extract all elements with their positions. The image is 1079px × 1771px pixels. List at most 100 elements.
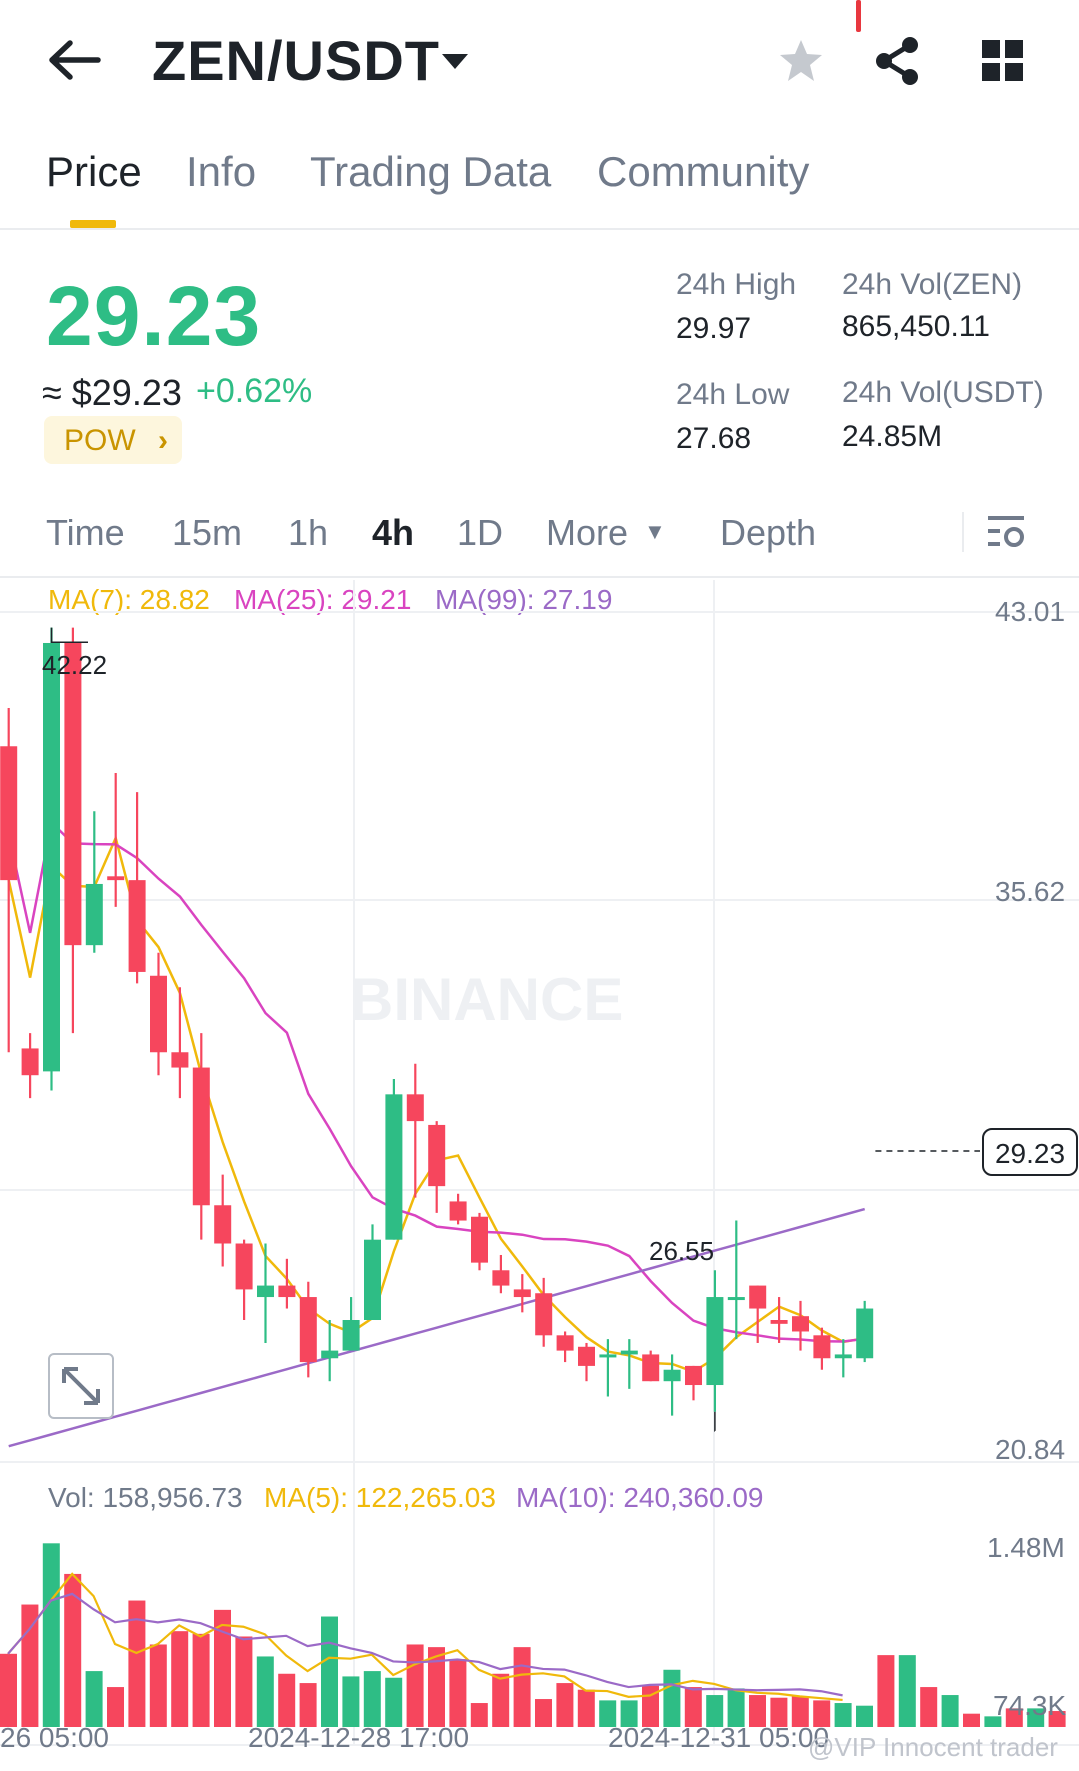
volume-bar — [492, 1673, 510, 1727]
candle-body — [128, 880, 146, 972]
tf-more-label: More — [546, 512, 629, 553]
volume-bar — [64, 1573, 82, 1727]
vol-ma10-legend: MA(10): 240,360.09 — [516, 1482, 764, 1513]
share-icon[interactable] — [874, 36, 920, 91]
candle-body — [813, 1335, 831, 1359]
vol-axis-top: 1.48M — [987, 1532, 1065, 1563]
tab-info-label: Info — [186, 148, 257, 195]
expand-button[interactable] — [48, 1353, 114, 1419]
volume-bar — [171, 1631, 189, 1727]
candle-body — [834, 1354, 852, 1359]
volume-bar — [877, 1655, 895, 1727]
candle-body — [492, 1270, 510, 1286]
volume-bar — [256, 1656, 274, 1727]
vol-axis-low: 74.3K — [993, 1690, 1067, 1721]
volume-bar — [321, 1616, 338, 1727]
divider — [962, 512, 964, 552]
vol-base-label: 24h Vol(ZEN) — [842, 268, 1023, 301]
candle-body — [64, 642, 82, 946]
date-label: 26 05:00 — [0, 1722, 109, 1753]
candle-body — [406, 1094, 424, 1122]
pow-tag-label: POW — [64, 424, 136, 457]
candle-body — [513, 1289, 531, 1298]
candle-body — [214, 1205, 232, 1244]
tab-price[interactable]: Price — [46, 148, 142, 196]
date-label: 2024-12-31 05:00 — [608, 1722, 830, 1753]
volume-bar — [406, 1644, 424, 1727]
tf-time[interactable]: Time — [46, 512, 125, 554]
volume-bar — [920, 1687, 938, 1727]
volume-bar — [470, 1703, 488, 1727]
candle-body — [706, 1297, 724, 1386]
candle-body — [171, 1052, 189, 1068]
volume-bar — [535, 1699, 552, 1727]
tab-price-label: Price — [46, 148, 142, 195]
volume-bar — [898, 1655, 916, 1727]
tf-15m[interactable]: 15m — [172, 512, 242, 554]
volume-bar — [342, 1676, 360, 1727]
fiat-price: ≈ $29.23 — [42, 372, 182, 413]
candle-body — [342, 1320, 360, 1351]
candle-body — [385, 1094, 403, 1240]
volume-bar — [149, 1644, 167, 1727]
back-button[interactable] — [48, 38, 102, 82]
volume-bar — [834, 1703, 852, 1727]
candle-body — [43, 642, 60, 1072]
candle-body — [299, 1297, 317, 1363]
volume-bar — [513, 1647, 531, 1727]
price-change: +0.62% — [196, 372, 313, 410]
volume-bar — [363, 1671, 381, 1727]
candle-body — [535, 1293, 553, 1336]
volume-bar — [21, 1604, 39, 1727]
watermark: @VIP Innocent trader — [808, 1732, 1058, 1762]
volume-bar — [556, 1683, 574, 1727]
chevron-down-icon[interactable] — [440, 52, 470, 77]
volume-bar — [0, 1653, 17, 1727]
pair-selector[interactable]: ZEN/USDT — [152, 28, 440, 93]
tf-4h[interactable]: 4h — [372, 512, 414, 554]
star-icon[interactable] — [778, 38, 824, 89]
candle-body — [107, 876, 125, 881]
caret-down-icon: ▼ — [644, 519, 666, 544]
tf-more[interactable]: More ▼ — [546, 512, 666, 554]
volume-bar — [941, 1695, 959, 1727]
tf-1d[interactable]: 1D — [457, 512, 503, 554]
volume-bar — [107, 1687, 124, 1727]
tab-info[interactable]: Info — [186, 148, 256, 196]
volume-bar — [385, 1677, 403, 1727]
tf-depth[interactable]: Depth — [720, 512, 816, 554]
grid-icon[interactable] — [982, 40, 1024, 87]
tab-community[interactable]: Community — [597, 148, 809, 196]
candlestick-chart[interactable]: BINANCE — [0, 576, 1079, 1751]
vol-legend: Vol: 158,956.73 — [48, 1482, 243, 1513]
volume-bar — [963, 1713, 980, 1727]
axis-label-mid: 35.62 — [995, 876, 1066, 907]
candle-body — [235, 1243, 253, 1290]
divider — [0, 228, 1079, 230]
candle-body — [257, 1285, 274, 1298]
high-marker-line — [50, 627, 88, 643]
low-marker: 26.55 — [649, 1236, 715, 1266]
tab-trading-data[interactable]: Trading Data — [310, 148, 551, 196]
low-value: 27.68 — [676, 422, 752, 455]
current-price-tag: 29.23 — [982, 1128, 1078, 1176]
volume-bar — [684, 1687, 702, 1727]
chart-settings-icon[interactable] — [988, 514, 1026, 555]
tab-indicator — [70, 220, 116, 228]
axis-label-top: 43.01 — [995, 596, 1066, 627]
date-label: 2024-12-28 17:00 — [248, 1722, 470, 1753]
volume-bar — [42, 1543, 60, 1727]
tab-community-label: Community — [597, 148, 810, 195]
candle-body — [770, 1320, 788, 1324]
vol-base-value: 865,450.11 — [842, 310, 990, 343]
tf-1h[interactable]: 1h — [288, 512, 328, 554]
pow-tag[interactable]: POW › — [44, 416, 182, 464]
candle-body — [685, 1365, 702, 1386]
last-price: 29.23 — [46, 269, 262, 363]
candle-body — [727, 1297, 745, 1301]
candle-body — [192, 1067, 210, 1206]
red-mark — [856, 0, 861, 32]
tab-trading-data-label: Trading Data — [310, 148, 552, 195]
volume-bar — [235, 1636, 253, 1727]
vol-ma5-legend: MA(5): 122,265.03 — [264, 1482, 496, 1513]
